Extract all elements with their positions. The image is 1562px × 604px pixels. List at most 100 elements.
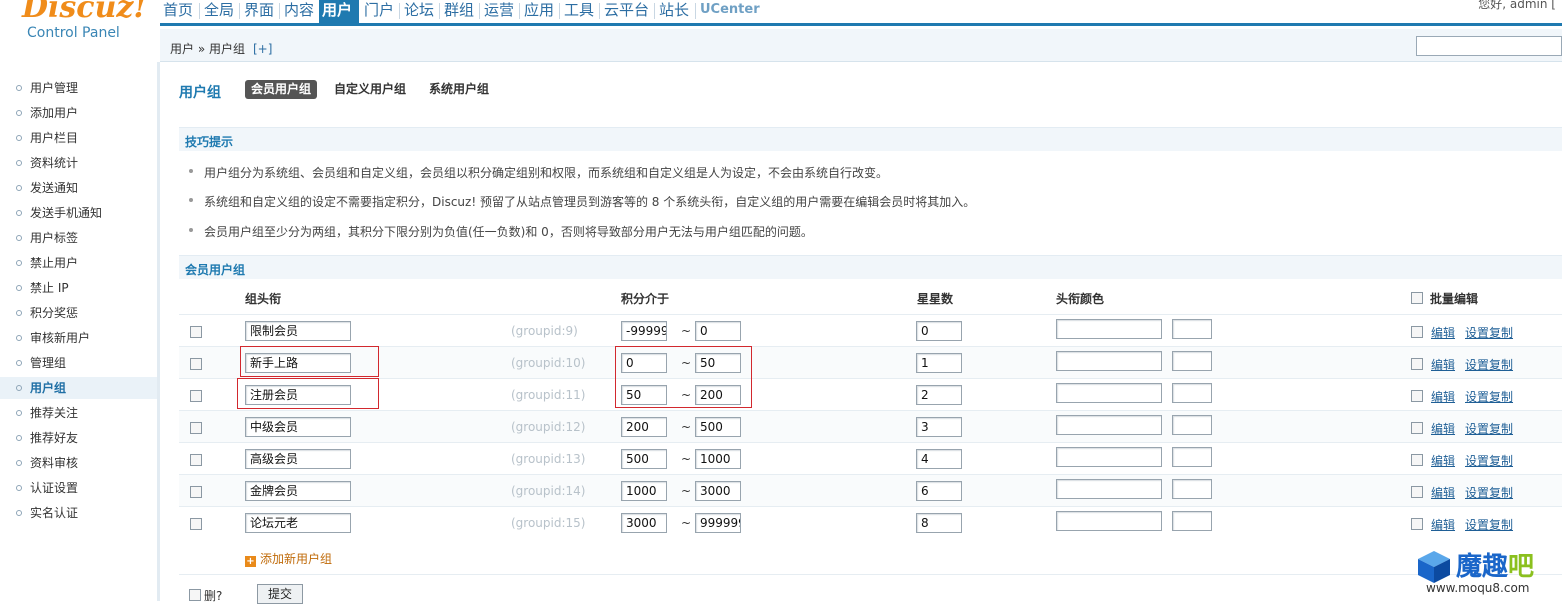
sidebar-item-follow[interactable]: 推荐关注 (0, 402, 157, 424)
nav-item-ops[interactable]: 运营 (481, 0, 517, 26)
stars-input[interactable]: 2 (916, 385, 962, 405)
edit-checkbox[interactable] (1411, 518, 1423, 530)
credits-low-input[interactable]: 200 (621, 417, 667, 437)
nav-item-tools[interactable]: 工具 (561, 0, 597, 26)
nav-item-forum[interactable]: 论坛 (401, 0, 437, 26)
copy-settings-link[interactable]: 设置复制 (1465, 484, 1513, 501)
nav-item-webmaster[interactable]: 站长 (656, 0, 692, 26)
search-input[interactable] (1416, 36, 1562, 56)
row-checkbox[interactable] (190, 486, 202, 498)
color-swatch[interactable] (1172, 511, 1212, 531)
row-checkbox[interactable] (190, 358, 202, 370)
group-title-input[interactable]: 论坛元老 (245, 513, 351, 533)
stars-input[interactable]: 3 (916, 417, 962, 437)
title-color-input[interactable] (1056, 415, 1162, 435)
edit-link[interactable]: 编辑 (1431, 388, 1455, 405)
sidebar-item-add-user[interactable]: 添加用户 (0, 102, 157, 124)
edit-checkbox[interactable] (1411, 486, 1423, 498)
edit-checkbox[interactable] (1411, 390, 1423, 402)
sidebar-item-moderate[interactable]: 审核新用户 (0, 327, 157, 349)
copy-settings-link[interactable]: 设置复制 (1465, 356, 1513, 373)
color-swatch[interactable] (1172, 415, 1212, 435)
tab-system-groups[interactable]: 系统用户组 (423, 80, 495, 99)
credits-high-input[interactable]: 999999 (695, 513, 741, 533)
submit-button[interactable]: 提交 (257, 584, 303, 604)
sidebar-item-user-manage[interactable]: 用户管理 (0, 77, 157, 99)
sidebar-item-user-group[interactable]: 用户组 (0, 377, 157, 399)
title-color-input[interactable] (1056, 479, 1162, 499)
logo[interactable]: Discuz! Control Panel (0, 0, 160, 62)
tab-custom-groups[interactable]: 自定义用户组 (328, 80, 412, 99)
credits-high-input[interactable]: 0 (695, 321, 741, 341)
edit-checkbox[interactable] (1411, 422, 1423, 434)
title-color-input[interactable] (1056, 351, 1162, 371)
copy-settings-link[interactable]: 设置复制 (1465, 420, 1513, 437)
credits-low-input[interactable]: 1000 (621, 481, 667, 501)
copy-settings-link[interactable]: 设置复制 (1465, 388, 1513, 405)
copy-settings-link[interactable]: 设置复制 (1465, 452, 1513, 469)
group-title-input[interactable]: 金牌会员 (245, 481, 351, 501)
sidebar-item-ban-user[interactable]: 禁止用户 (0, 252, 157, 274)
tab-member-groups[interactable]: 会员用户组 (245, 80, 318, 99)
row-checkbox[interactable] (190, 422, 202, 434)
add-shortcut-link[interactable]: [+] (253, 42, 272, 56)
nav-item-home[interactable]: 首页 (160, 0, 196, 26)
edit-checkbox[interactable] (1411, 454, 1423, 466)
nav-item-cloud[interactable]: 云平台 (601, 0, 652, 26)
nav-item-content[interactable]: 内容 (281, 0, 317, 26)
stars-input[interactable]: 8 (916, 513, 962, 533)
nav-item-global[interactable]: 全局 (201, 0, 237, 26)
row-checkbox[interactable] (190, 326, 202, 338)
nav-item-apps[interactable]: 应用 (521, 0, 557, 26)
credits-high-input[interactable]: 3000 (695, 481, 741, 501)
group-title-input[interactable]: 中级会员 (245, 417, 351, 437)
copy-settings-link[interactable]: 设置复制 (1465, 516, 1513, 533)
sidebar-item-verify[interactable]: 认证设置 (0, 477, 157, 499)
row-checkbox[interactable] (190, 390, 202, 402)
edit-checkbox[interactable] (1411, 358, 1423, 370)
copy-settings-link[interactable]: 设置复制 (1465, 324, 1513, 341)
sidebar-item-ban-ip[interactable]: 禁止 IP (0, 277, 157, 299)
nav-item-group[interactable]: 群组 (441, 0, 477, 26)
delete-checkbox[interactable] (189, 589, 201, 601)
sidebar-item-admin-group[interactable]: 管理组 (0, 352, 157, 374)
title-color-input[interactable] (1056, 319, 1162, 339)
edit-link[interactable]: 编辑 (1431, 356, 1455, 373)
credits-low-input[interactable]: -99999 (621, 321, 667, 341)
edit-link[interactable]: 编辑 (1431, 516, 1455, 533)
edit-link[interactable]: 编辑 (1431, 484, 1455, 501)
stars-input[interactable]: 6 (916, 481, 962, 501)
sidebar-item-credits[interactable]: 积分奖惩 (0, 302, 157, 324)
group-title-input[interactable]: 限制会员 (245, 321, 351, 341)
stars-input[interactable]: 1 (916, 353, 962, 373)
credits-low-input[interactable]: 500 (621, 449, 667, 469)
color-swatch[interactable] (1172, 479, 1212, 499)
add-group-link[interactable]: + 添加新用户组 (245, 550, 332, 567)
edit-checkbox[interactable] (1411, 326, 1423, 338)
edit-link[interactable]: 编辑 (1431, 324, 1455, 341)
edit-link[interactable]: 编辑 (1431, 452, 1455, 469)
credits-high-input[interactable]: 500 (695, 417, 741, 437)
edit-link[interactable]: 编辑 (1431, 420, 1455, 437)
sidebar-item-notify[interactable]: 发送通知 (0, 177, 157, 199)
color-swatch[interactable] (1172, 447, 1212, 467)
stars-input[interactable]: 0 (916, 321, 962, 341)
credits-high-input[interactable]: 1000 (695, 449, 741, 469)
title-color-input[interactable] (1056, 511, 1162, 531)
sidebar-item-user-fields[interactable]: 用户栏目 (0, 127, 157, 149)
color-swatch[interactable] (1172, 383, 1212, 403)
sidebar-item-friends[interactable]: 推荐好友 (0, 427, 157, 449)
color-swatch[interactable] (1172, 351, 1212, 371)
stars-input[interactable]: 4 (916, 449, 962, 469)
row-checkbox[interactable] (190, 518, 202, 530)
group-title-input[interactable]: 高级会员 (245, 449, 351, 469)
nav-item-ucenter[interactable]: UCenter (697, 0, 763, 26)
credits-low-input[interactable]: 3000 (621, 513, 667, 533)
sidebar-item-profile-review[interactable]: 资料审核 (0, 452, 157, 474)
sidebar-item-profile-stats[interactable]: 资料统计 (0, 152, 157, 174)
batch-edit-checkbox[interactable] (1411, 292, 1423, 304)
sidebar-item-realname[interactable]: 实名认证 (0, 502, 157, 524)
sidebar-item-sms-notify[interactable]: 发送手机通知 (0, 202, 157, 224)
title-color-input[interactable] (1056, 383, 1162, 403)
color-swatch[interactable] (1172, 319, 1212, 339)
